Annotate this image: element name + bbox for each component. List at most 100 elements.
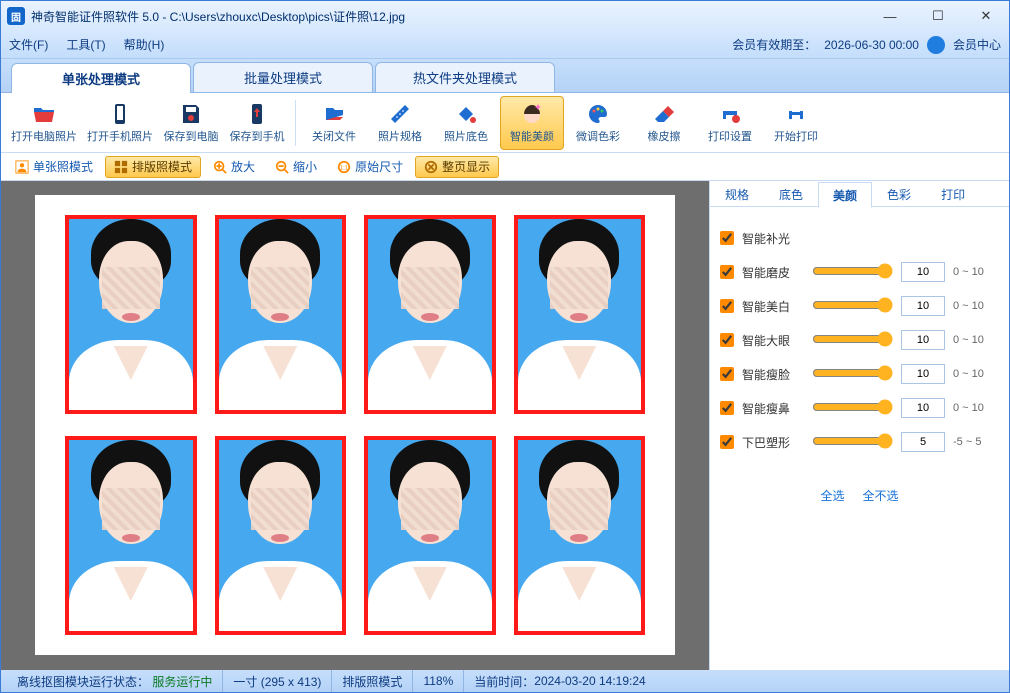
menu-bar: 文件(F) 工具(T) 帮助(H) 会员有效期至： 2026-06-30 00:…: [1, 31, 1009, 59]
photo-spec-button[interactable]: 照片规格: [368, 96, 432, 150]
zoom-out-button[interactable]: 缩小: [267, 156, 325, 178]
spin-chin[interactable]: [901, 432, 945, 452]
close-file-icon: [320, 102, 348, 126]
status-offline: 离线抠图模块运行状态： 服务运行中: [7, 670, 223, 692]
panel-tabstrip: 规格 底色 美颜 色彩 打印: [710, 181, 1009, 207]
slider-nose[interactable]: [812, 399, 893, 415]
mode-tabstrip: 单张处理模式 批量处理模式 热文件夹处理模式: [1, 59, 1009, 93]
photo-slot[interactable]: [364, 436, 496, 635]
tab-single-mode[interactable]: 单张处理模式: [11, 63, 191, 93]
close-file-button[interactable]: 关闭文件: [302, 96, 366, 150]
chk-slim[interactable]: [720, 367, 734, 381]
window-title: 神奇智能证件照软件 5.0 - C:\Users\zhouxc\Desktop\…: [31, 8, 873, 25]
menu-help[interactable]: 帮助(H): [124, 36, 165, 53]
printer-icon: [782, 102, 810, 126]
range-smooth: 0 ~ 10: [953, 266, 999, 278]
photo-slot[interactable]: [215, 215, 347, 414]
status-size: 一寸 (295 x 413): [223, 670, 332, 692]
spin-whiten[interactable]: [901, 296, 945, 316]
row-smooth: 智能磨皮 0 ~ 10: [720, 255, 999, 289]
menu-tools[interactable]: 工具(T): [66, 36, 105, 53]
side-panel: 规格 底色 美颜 色彩 打印 智能补光 智能磨皮 0 ~ 10 智能美白: [709, 181, 1009, 670]
spin-eye[interactable]: [901, 330, 945, 350]
upload-phone-icon: [243, 102, 271, 126]
open-phone-button[interactable]: 打开手机照片: [83, 96, 157, 150]
spin-nose[interactable]: [901, 398, 945, 418]
status-time: 当前时间：2024-03-20 14:19:24: [464, 670, 655, 692]
user-icon: [927, 36, 945, 54]
title-bar: 固 神奇智能证件照软件 5.0 - C:\Users\zhouxc\Deskto…: [1, 1, 1009, 31]
lbl-nose: 智能瘦鼻: [742, 400, 804, 417]
photo-bg-button[interactable]: 照片底色: [434, 96, 498, 150]
row-slim: 智能瘦脸 0 ~ 10: [720, 357, 999, 391]
status-mode: 排版照模式: [332, 670, 413, 692]
membership-label: 会员有效期至：: [732, 36, 816, 53]
color-adjust-button[interactable]: 微调色彩: [566, 96, 630, 150]
slider-chin[interactable]: [812, 433, 893, 449]
app-icon: 固: [7, 7, 25, 25]
membership-date: 2026-06-30 00:00: [824, 38, 919, 52]
chk-chin[interactable]: [720, 435, 734, 449]
tab-hotfolder-mode[interactable]: 热文件夹处理模式: [375, 62, 555, 92]
phone-icon: [106, 102, 134, 126]
spin-slim[interactable]: [901, 364, 945, 384]
print-setup-button[interactable]: 打印设置: [698, 96, 762, 150]
open-pc-button[interactable]: 打开电脑照片: [7, 96, 81, 150]
save-pc-button[interactable]: 保存到电脑: [159, 96, 223, 150]
range-nose: 0 ~ 10: [953, 402, 999, 414]
photo-slot[interactable]: [215, 436, 347, 635]
row-chin: 下巴塑形 -5 ~ 5: [720, 425, 999, 459]
slider-slim[interactable]: [812, 365, 893, 381]
save-phone-button[interactable]: 保存到手机: [225, 96, 289, 150]
printer-gear-icon: [716, 102, 744, 126]
photo-slot[interactable]: [65, 215, 197, 414]
original-size-button[interactable]: 1:1 原始尺寸: [329, 156, 411, 178]
slider-eye[interactable]: [812, 331, 893, 347]
select-none-link[interactable]: 全不选: [863, 487, 899, 504]
smart-beauty-button[interactable]: 智能美颜: [500, 96, 564, 150]
photo-slot[interactable]: [364, 215, 496, 414]
panel-tab-spec[interactable]: 规格: [710, 181, 764, 207]
chk-eye[interactable]: [720, 333, 734, 347]
status-bar: 离线抠图模块运行状态： 服务运行中 一寸 (295 x 413) 排版照模式 1…: [1, 670, 1009, 692]
zoom-in-button[interactable]: 放大: [205, 156, 263, 178]
layout-mode-button[interactable]: 排版照模式: [105, 156, 201, 178]
photo-slot[interactable]: [65, 436, 197, 635]
main-area: 规格 底色 美颜 色彩 打印 智能补光 智能磨皮 0 ~ 10 智能美白: [1, 181, 1009, 670]
panel-tab-beauty[interactable]: 美颜: [818, 182, 872, 208]
bucket-icon: [452, 102, 480, 126]
start-print-button[interactable]: 开始打印: [764, 96, 828, 150]
canvas[interactable]: [1, 181, 709, 670]
panel-tab-color[interactable]: 色彩: [872, 181, 926, 207]
menu-file[interactable]: 文件(F): [9, 36, 48, 53]
chk-whiten[interactable]: [720, 299, 734, 313]
chk-smooth[interactable]: [720, 265, 734, 279]
slider-whiten[interactable]: [812, 297, 893, 313]
spin-smooth[interactable]: [901, 262, 945, 282]
panel-tab-print[interactable]: 打印: [926, 181, 980, 207]
chk-nose[interactable]: [720, 401, 734, 415]
panel-tab-bg[interactable]: 底色: [764, 181, 818, 207]
maximize-button[interactable]: ☐: [921, 5, 955, 27]
beauty-face-icon: [518, 102, 546, 126]
photo-slot[interactable]: [514, 215, 646, 414]
eraser-icon: [650, 102, 678, 126]
save-icon: [177, 102, 205, 126]
eraser-button[interactable]: 橡皮擦: [632, 96, 696, 150]
member-center-link[interactable]: 会员中心: [953, 36, 1001, 53]
folder-open-icon: [30, 102, 58, 126]
photo-sheet: [35, 195, 675, 655]
fit-icon: [424, 160, 438, 174]
row-whiten: 智能美白 0 ~ 10: [720, 289, 999, 323]
lbl-slim: 智能瘦脸: [742, 366, 804, 383]
fit-page-button[interactable]: 整页显示: [415, 156, 499, 178]
close-button[interactable]: ✕: [969, 5, 1003, 27]
select-all-link[interactable]: 全选: [820, 487, 844, 504]
tab-batch-mode[interactable]: 批量处理模式: [193, 62, 373, 92]
chk-light[interactable]: [720, 231, 734, 245]
minimize-button[interactable]: —: [873, 5, 907, 27]
grid-icon: [114, 160, 128, 174]
photo-slot[interactable]: [514, 436, 646, 635]
single-photo-mode-button[interactable]: 单张照模式: [7, 156, 101, 178]
slider-smooth[interactable]: [812, 263, 893, 279]
